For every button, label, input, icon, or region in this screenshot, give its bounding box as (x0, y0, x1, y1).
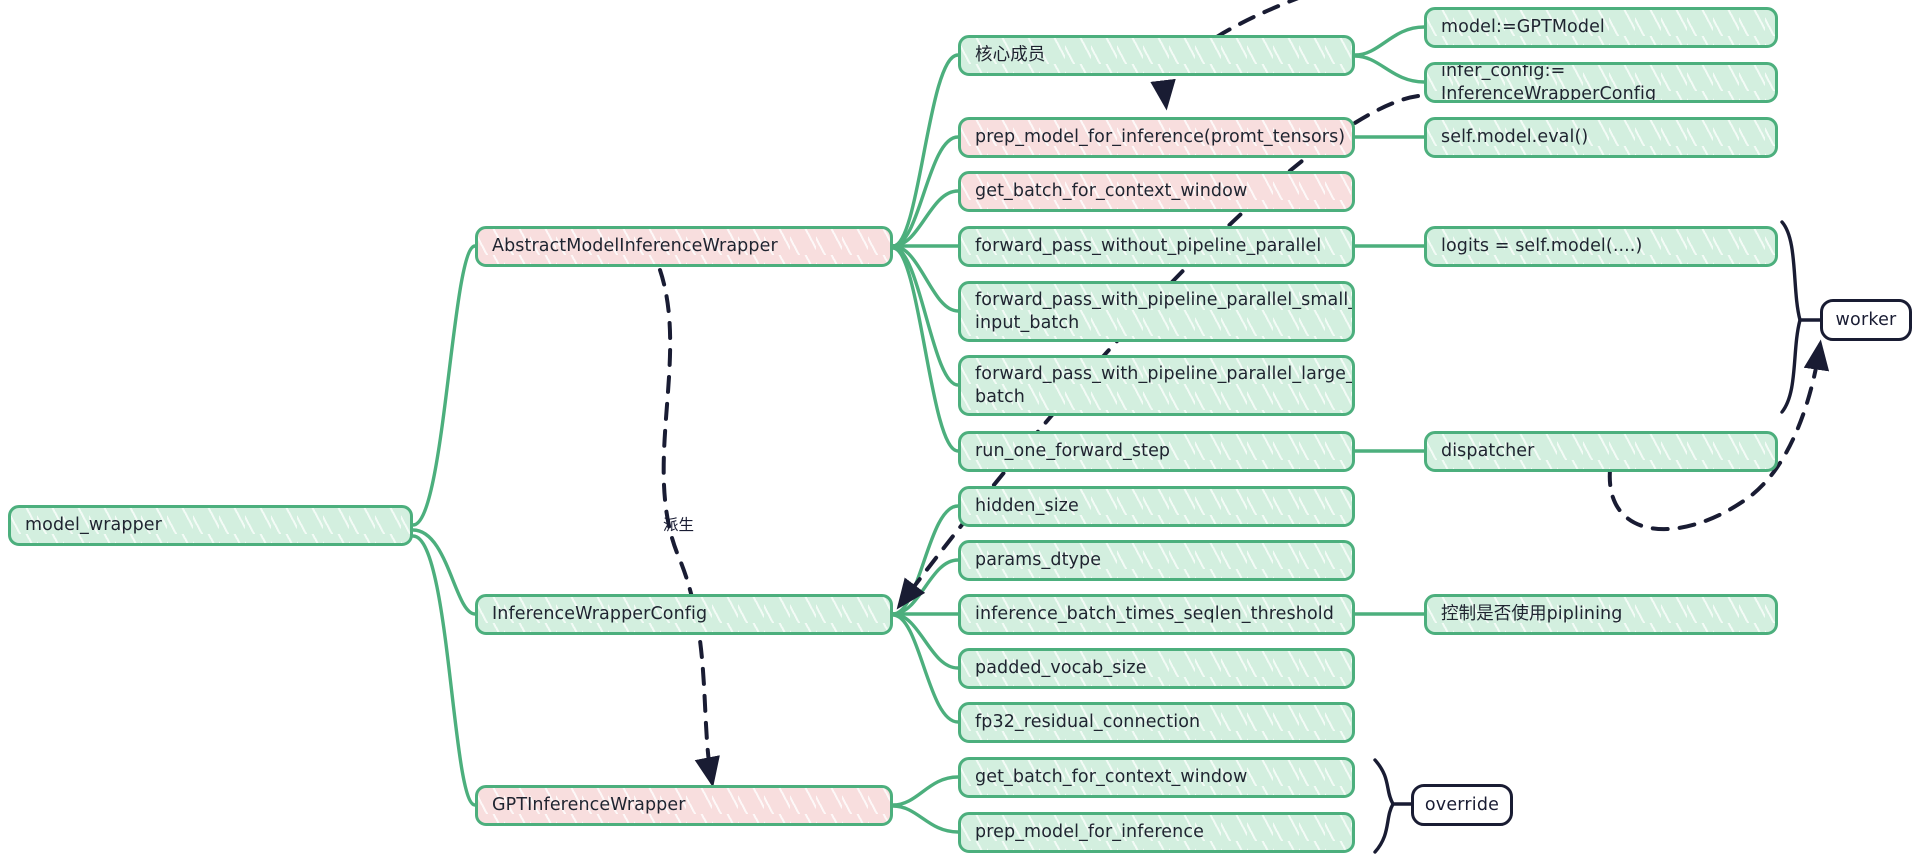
node-gpt-prep-model-for-inference[interactable]: prep_model_for_inference (958, 812, 1355, 853)
node-abstract-model-inference-wrapper[interactable]: AbstractModelInferenceWrapper (475, 226, 893, 267)
edge-label-text: 派生 (663, 516, 695, 534)
node-dispatcher[interactable]: dispatcher (1424, 431, 1778, 472)
node-label: model:=GPTModel (1441, 17, 1605, 38)
node-label: forward_pass_with_pipeline_parallel_smal… (975, 290, 1355, 333)
node-label: model_wrapper (25, 515, 162, 536)
node-label: GPTInferenceWrapper (492, 795, 686, 816)
node-self-model-eval[interactable]: self.model.eval() (1424, 117, 1778, 158)
node-prep-model-for-inference-args[interactable]: prep_model_for_inference(promt_tensors) (958, 117, 1355, 158)
node-label: prep_model_for_inference(promt_tensors) (975, 127, 1346, 148)
node-piplining-note[interactable]: 控制是否使用piplining (1424, 594, 1778, 635)
tag-label: override (1424, 795, 1500, 815)
brace-override (1373, 758, 1413, 854)
node-model-wrapper[interactable]: model_wrapper (8, 505, 413, 546)
node-forward-pass-with-pipeline-parallel-large-input-batch[interactable]: forward_pass_with_pipeline_parallel_larg… (958, 355, 1355, 416)
node-run-one-forward-step[interactable]: run_one_forward_step (958, 431, 1355, 472)
node-label: get_batch_for_context_window (975, 181, 1248, 202)
node-label: dispatcher (1441, 441, 1535, 462)
tag-override[interactable]: override (1411, 784, 1513, 826)
node-fp32-residual-connection[interactable]: fp32_residual_connection (958, 702, 1355, 743)
node-params-dtype[interactable]: params_dtype (958, 540, 1355, 581)
node-label: hidden_size (975, 496, 1079, 517)
node-hidden-size[interactable]: hidden_size (958, 486, 1355, 527)
node-padded-vocab-size[interactable]: padded_vocab_size (958, 648, 1355, 689)
node-label: self.model.eval() (1441, 127, 1589, 148)
node-label: 控制是否使用piplining (1441, 604, 1623, 625)
node-label: forward_pass_without_pipeline_parallel (975, 236, 1322, 257)
node-label: 核心成员 (975, 45, 1046, 66)
edge-label-derive: 派生 (663, 513, 694, 535)
node-label: prep_model_for_inference (975, 822, 1204, 843)
tag-label: worker (1835, 310, 1897, 330)
node-gpt-get-batch-for-context-window[interactable]: get_batch_for_context_window (958, 757, 1355, 798)
node-label: inference_batch_times_seqlen_threshold (975, 604, 1334, 625)
node-label: AbstractModelInferenceWrapper (492, 236, 778, 257)
tag-worker[interactable]: worker (1820, 299, 1912, 341)
node-logits-assign[interactable]: logits = self.model(....) (1424, 226, 1778, 267)
node-gpt-inference-wrapper[interactable]: GPTInferenceWrapper (475, 785, 893, 826)
node-label: logits = self.model(....) (1441, 236, 1643, 257)
node-label: padded_vocab_size (975, 658, 1147, 679)
node-forward-pass-with-pipeline-parallel-small-input-batch[interactable]: forward_pass_with_pipeline_parallel_smal… (958, 281, 1355, 342)
node-label: params_dtype (975, 550, 1102, 571)
node-forward-pass-without-pipeline-parallel[interactable]: forward_pass_without_pipeline_parallel (958, 226, 1355, 267)
node-inference-wrapper-config[interactable]: InferenceWrapperConfig (475, 594, 893, 635)
node-inference-batch-times-seqlen-threshold[interactable]: inference_batch_times_seqlen_threshold (958, 594, 1355, 635)
node-model-gptmodel[interactable]: model:=GPTModel (1424, 7, 1778, 48)
mindmap-canvas: model_wrapper AbstractModelInferenceWrap… (0, 0, 1920, 866)
node-label: fp32_residual_connection (975, 712, 1201, 733)
node-infer-config-type[interactable]: infer_config:= InferenceWrapperConfig (1424, 62, 1778, 103)
node-label: infer_config:= InferenceWrapperConfig (1441, 62, 1657, 103)
node-label: forward_pass_with_pipeline_parallel_larg… (975, 364, 1355, 407)
node-core-members[interactable]: 核心成员 (958, 35, 1355, 76)
node-label: run_one_forward_step (975, 441, 1171, 462)
node-get-batch-for-context-window[interactable]: get_batch_for_context_window (958, 171, 1355, 212)
node-label: InferenceWrapperConfig (492, 604, 708, 625)
node-label: get_batch_for_context_window (975, 767, 1248, 788)
brace-worker (1780, 220, 1822, 414)
